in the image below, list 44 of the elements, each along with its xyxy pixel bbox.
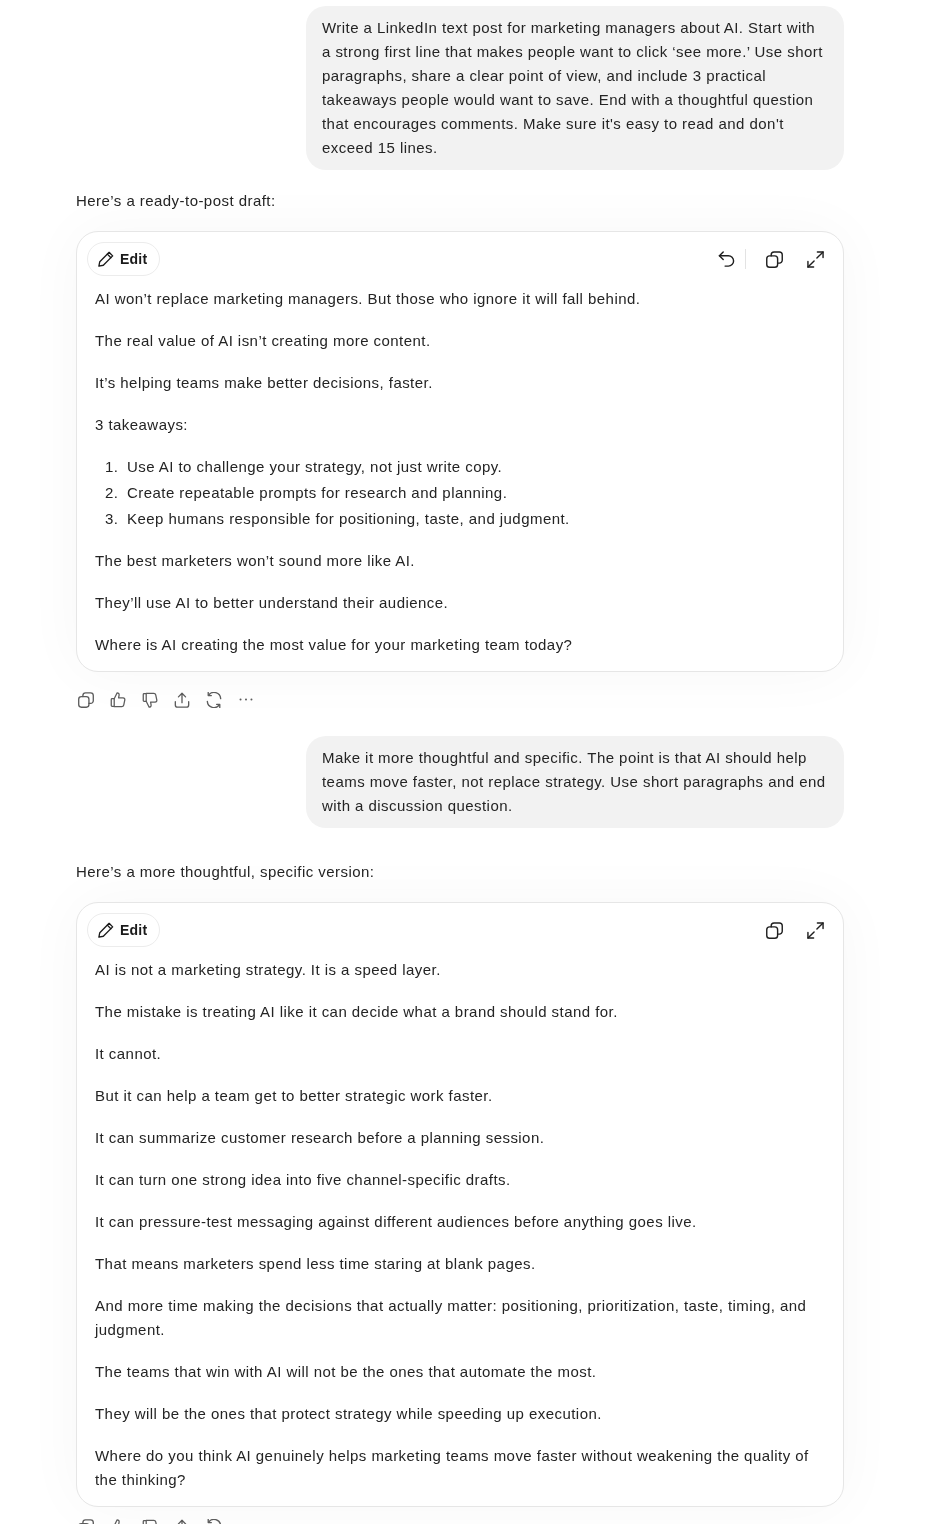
user-message: Make it more thoughtful and specific. The point is that AI should help teams move faster, not replace strategy. Use short paragraphs and end with a discussion question. (306, 736, 844, 828)
list-item-text: Keep humans responsible for positioning, taste, and judgment. (127, 509, 570, 529)
list-number: 2. (105, 483, 120, 503)
draft-paragraph: The teams that win with AI will not be the ones that automate the most. (95, 1362, 598, 1382)
edit-button[interactable]: Edit (87, 913, 161, 947)
thumbs-down-icon (142, 692, 158, 708)
draft-paragraph: It’s helping teams make better decisions, faster. (95, 373, 434, 393)
pencil-icon (98, 922, 114, 938)
share-icon (174, 692, 190, 708)
draft-paragraph: It can turn one strong idea into five channel-specific drafts. (95, 1170, 512, 1190)
edit-button[interactable]: Edit (87, 242, 161, 276)
expand-icon (806, 250, 824, 268)
draft-paragraph: It cannot. (95, 1044, 163, 1064)
draft-paragraph: The mistake is treating AI like it can decide what a brand should stand for. (95, 1002, 619, 1022)
draft-paragraph: AI won’t replace marketing managers. But those who ignore it will fall behind. (95, 289, 642, 309)
list-number: 1. (105, 457, 120, 477)
response-intro: Here’s a more thoughtful, specific version: (76, 862, 376, 882)
pencil-icon (98, 251, 114, 267)
draft-paragraph: They’ll use AI to better understand their audience. (95, 593, 450, 613)
draft-paragraph: It can summarize customer research before a planning session. (95, 1128, 546, 1148)
draft-paragraph: And more time making the decisions that actually matter: positioning, prioritization, taste, timing, and judgment. (95, 1296, 808, 1340)
list-number: 3. (105, 509, 120, 529)
draft-paragraph: AI is not a marketing strategy. It is a speed layer. (95, 960, 442, 980)
draft-paragraph: But it can help a team get to better strategic work faster. (95, 1086, 494, 1106)
draft-paragraph: They will be the ones that protect strategy while speeding up execution. (95, 1404, 603, 1424)
copy-icon (78, 692, 94, 708)
more-icon (239, 697, 253, 702)
draft-paragraph: Where is AI creating the most value for your marketing team today? (95, 635, 574, 655)
list-item-text: Create repeatable prompts for research and planning. (127, 483, 508, 503)
undo-icon (717, 250, 735, 268)
draft-paragraph: The real value of AI isn’t creating more content. (95, 331, 432, 351)
copy-icon (765, 921, 783, 939)
list-item-text: Use AI to challenge your strategy, not just write copy. (127, 457, 503, 477)
refresh-icon (206, 692, 222, 708)
response-intro: Here’s a ready-to-post draft: (76, 191, 277, 211)
thumbs-up-icon (110, 692, 126, 708)
draft-paragraph: The best marketers won’t sound more like AI. (95, 551, 416, 571)
draft-paragraph: 3 takeaways: (95, 415, 189, 435)
user-message: Write a LinkedIn text post for marketing managers about AI. Start with a strong first line that makes people want to click ‘see more.’ Use short paragraphs, share a clear point of view, and include 3 practical takeaways people would want to save. End with a thoughtful question that encourages comments. Make sure it's easy to read and don't exceed 15 lines. (306, 6, 844, 170)
draft-paragraph: Where do you think AI genuinely helps marketing teams move faster without weakening the quality of the thinking? (95, 1446, 810, 1490)
draft-paragraph: It can pressure-test messaging against different audiences before anything goes live. (95, 1212, 698, 1232)
expand-icon (806, 921, 824, 939)
draft-paragraph: That means marketers spend less time staring at blank pages. (95, 1254, 537, 1274)
copy-icon (765, 250, 783, 268)
